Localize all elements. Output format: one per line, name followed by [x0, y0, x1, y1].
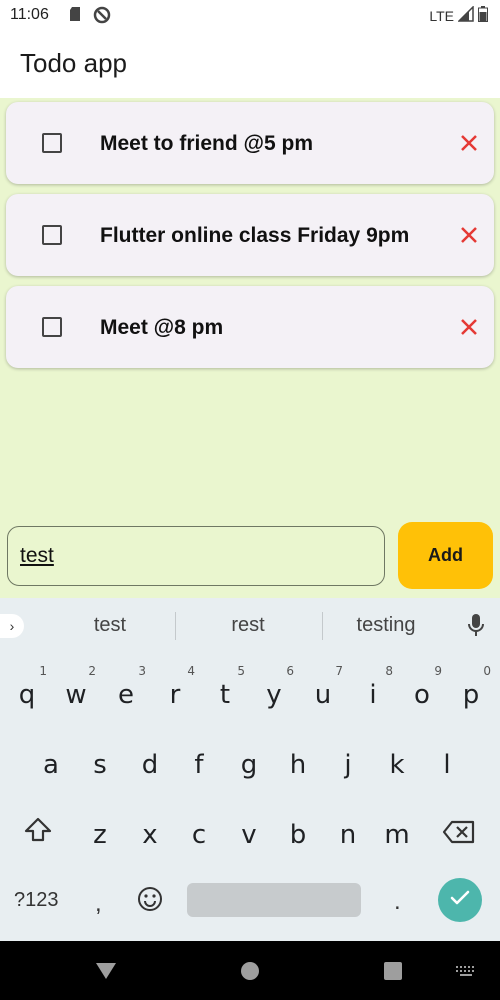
- shift-icon[interactable]: [22, 816, 54, 850]
- suggestion-item[interactable]: rest: [188, 614, 308, 637]
- key-g[interactable]: g: [226, 730, 272, 786]
- battery-icon: [478, 6, 488, 25]
- key-x[interactable]: x: [127, 800, 173, 856]
- close-icon[interactable]: [456, 222, 482, 248]
- add-todo-row: test Add: [0, 520, 500, 598]
- chevron-right-icon[interactable]: ›: [0, 614, 24, 638]
- key-v[interactable]: v: [226, 800, 272, 856]
- key-h[interactable]: h: [275, 730, 321, 786]
- key-a[interactable]: a: [28, 730, 74, 786]
- emoji-icon[interactable]: [137, 886, 163, 918]
- key-r[interactable]: r4: [152, 660, 198, 716]
- recents-icon[interactable]: [384, 962, 402, 985]
- todo-item: Meet to friend @5 pm: [6, 102, 494, 184]
- signal-icon: [457, 5, 474, 25]
- page-title: Todo app: [20, 48, 127, 78]
- enter-key[interactable]: [438, 878, 482, 922]
- key-k[interactable]: k: [374, 730, 420, 786]
- key-y[interactable]: y6: [251, 660, 297, 716]
- status-right-group: LTE: [429, 5, 488, 25]
- status-bar: 11:06 LTE: [0, 0, 500, 32]
- todo-input[interactable]: test: [7, 526, 385, 586]
- todo-text: Flutter online class Friday 9pm: [100, 224, 410, 247]
- todo-text: Meet @8 pm: [100, 316, 224, 339]
- key-c[interactable]: c: [176, 800, 222, 856]
- check-icon: [448, 886, 472, 915]
- key-p[interactable]: p0: [448, 660, 494, 716]
- home-icon[interactable]: [240, 961, 260, 986]
- key-n[interactable]: n: [325, 800, 371, 856]
- network-type: LTE: [429, 7, 454, 24]
- todo-checkbox[interactable]: [42, 133, 62, 153]
- sd-card-icon: [68, 6, 82, 25]
- period-key[interactable]: .: [394, 888, 401, 916]
- key-t[interactable]: t5: [202, 660, 248, 716]
- back-icon[interactable]: [95, 961, 117, 986]
- key-w[interactable]: w2: [53, 660, 99, 716]
- soft-keyboard: › test rest testing q1 w2 e3 r4 t5 y6 u7…: [0, 598, 500, 941]
- close-icon[interactable]: [456, 130, 482, 156]
- status-time: 11:06: [10, 6, 49, 23]
- todo-checkbox[interactable]: [42, 225, 62, 245]
- symbols-key[interactable]: ?123: [14, 889, 59, 912]
- key-u[interactable]: u7: [300, 660, 346, 716]
- key-z[interactable]: z: [77, 800, 123, 856]
- todo-item: Flutter online class Friday 9pm: [6, 194, 494, 276]
- mic-icon[interactable]: [466, 612, 486, 640]
- key-o[interactable]: o9: [399, 660, 445, 716]
- sync-icon: [93, 6, 111, 27]
- key-s[interactable]: s: [77, 730, 123, 786]
- suggestion-divider: [322, 612, 323, 640]
- backspace-icon[interactable]: [442, 820, 476, 850]
- key-e[interactable]: e3: [103, 660, 149, 716]
- suggestion-bar: › test rest testing: [0, 598, 500, 654]
- key-j[interactable]: j: [325, 730, 371, 786]
- key-q[interactable]: q1: [4, 660, 50, 716]
- suggestion-item[interactable]: testing: [326, 614, 446, 637]
- comma-key[interactable]: ,: [95, 890, 102, 918]
- todo-item: Meet @8 pm: [6, 286, 494, 368]
- key-i[interactable]: i8: [350, 660, 396, 716]
- close-icon[interactable]: [456, 314, 482, 340]
- add-button[interactable]: Add: [398, 522, 493, 589]
- suggestion-divider: [175, 612, 176, 640]
- app-bar: Todo app: [0, 32, 500, 98]
- todo-text: Meet to friend @5 pm: [100, 132, 313, 155]
- key-d[interactable]: d: [127, 730, 173, 786]
- key-l[interactable]: l: [424, 730, 470, 786]
- key-f[interactable]: f: [176, 730, 222, 786]
- space-bar[interactable]: [187, 883, 361, 917]
- suggestion-item[interactable]: test: [50, 614, 170, 637]
- keyboard-switch-icon[interactable]: [456, 965, 476, 983]
- todo-checkbox[interactable]: [42, 317, 62, 337]
- key-m[interactable]: m: [374, 800, 420, 856]
- key-b[interactable]: b: [275, 800, 321, 856]
- system-nav-bar: [0, 941, 500, 1000]
- todo-input-value: test: [20, 544, 54, 567]
